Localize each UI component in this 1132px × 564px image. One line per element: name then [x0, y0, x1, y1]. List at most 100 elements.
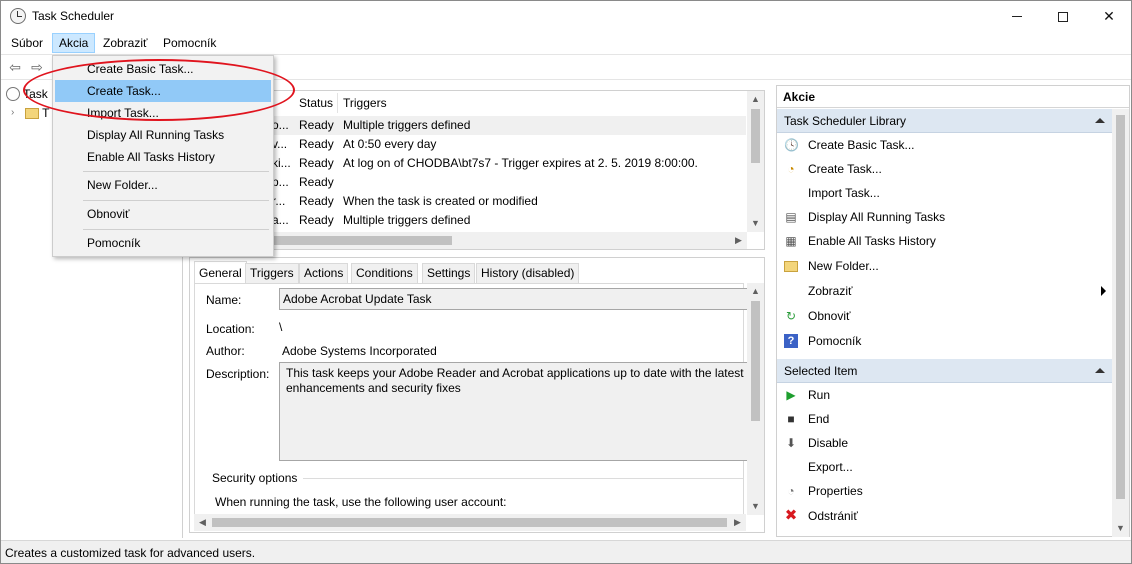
- task-status-cell: Ready: [299, 194, 334, 208]
- clock-wizard-icon: 🕓: [784, 138, 799, 152]
- menu-item-enable-tasks-history[interactable]: Enable All Tasks History: [55, 146, 271, 168]
- action-label: Run: [808, 388, 831, 402]
- window-title: Task Scheduler: [32, 9, 115, 23]
- description-field[interactable]: This task keeps your Adobe Reader and Ac…: [279, 362, 751, 461]
- task-name-cell: p...: [272, 175, 289, 189]
- scroll-left-icon[interactable]: ◀: [194, 514, 211, 531]
- action-obnovit[interactable]: ↻ Obnoviť: [777, 304, 1113, 328]
- action-export[interactable]: Export...: [777, 455, 1113, 479]
- delete-icon: ✖: [784, 507, 798, 524]
- section-selected-item[interactable]: Selected Item: [777, 359, 1113, 383]
- action-run[interactable]: ▶ Run: [777, 383, 1113, 407]
- clock-icon: [6, 87, 20, 101]
- action-label: Create Basic Task...: [808, 138, 915, 152]
- scrollbar-thumb[interactable]: [1116, 115, 1125, 499]
- column-status[interactable]: Status: [299, 93, 333, 113]
- detail-horizontal-scrollbar[interactable]: ◀ ▶: [194, 514, 746, 531]
- disable-icon: ⬇: [785, 436, 797, 450]
- action-label: Display All Running Tasks: [808, 210, 946, 224]
- menu-item-obnovit[interactable]: Obnoviť: [55, 203, 271, 225]
- close-button[interactable]: ✕: [1086, 1, 1131, 32]
- task-list-vertical-scrollbar[interactable]: ▲ ▼: [747, 91, 764, 232]
- task-status-cell: Ready: [299, 213, 334, 227]
- actions-header: Akcie: [777, 86, 1129, 108]
- action-delete[interactable]: ✖ Odstrániť: [777, 504, 1113, 528]
- task-list: Status Triggers o... Ready Multiple trig…: [189, 90, 765, 250]
- tab-conditions[interactable]: Conditions: [351, 263, 418, 283]
- section-title: Selected Item: [784, 364, 858, 378]
- back-arrow-icon[interactable]: ⇦: [6, 59, 24, 75]
- scroll-right-icon[interactable]: ▶: [729, 514, 746, 531]
- menu-zobrazit[interactable]: Zobraziť: [97, 33, 154, 53]
- action-pomocnik[interactable]: ? Pomocník: [777, 329, 1113, 353]
- tab-general[interactable]: General: [194, 261, 247, 284]
- menu-item-display-running-tasks[interactable]: Display All Running Tasks: [55, 124, 271, 146]
- action-create-task[interactable]: ◔ Create Task...: [777, 157, 1113, 181]
- action-end[interactable]: ■ End: [777, 407, 1113, 431]
- menu-separator: [83, 200, 269, 201]
- title-bar: Task Scheduler ✕: [1, 1, 1131, 32]
- collapse-up-icon[interactable]: [1095, 368, 1105, 373]
- menu-item-new-folder[interactable]: New Folder...: [55, 174, 271, 196]
- minimize-button[interactable]: [994, 1, 1040, 32]
- chevron-right-icon[interactable]: ›: [11, 108, 19, 118]
- menu-separator: [83, 171, 269, 172]
- menu-subor[interactable]: Súbor: [5, 33, 49, 53]
- action-label: Import Task...: [808, 186, 880, 200]
- tab-history[interactable]: History (disabled): [476, 263, 580, 283]
- task-detail-pane: General Triggers Actions Conditions Sett…: [189, 257, 765, 533]
- action-enable-tasks-history[interactable]: ▦ Enable All Tasks History: [777, 229, 1113, 253]
- menu-bar: Súbor Akcia Zobraziť Pomocník: [1, 32, 1131, 54]
- scroll-down-icon[interactable]: ▼: [747, 215, 764, 232]
- action-disable[interactable]: ⬇ Disable: [777, 431, 1113, 455]
- tab-actions[interactable]: Actions: [299, 263, 349, 283]
- status-text: Creates a customized task for advanced u…: [5, 546, 256, 560]
- run-icon: ▶: [786, 388, 796, 402]
- action-display-running-tasks[interactable]: ▤ Display All Running Tasks: [777, 205, 1113, 229]
- action-properties[interactable]: ◔ Properties: [777, 479, 1113, 503]
- action-zobrazit[interactable]: Zobraziť: [777, 279, 1113, 303]
- stop-icon: ■: [787, 412, 795, 426]
- task-name-cell: r...: [272, 194, 286, 208]
- actions-vertical-scrollbar[interactable]: ▼: [1112, 109, 1129, 537]
- tab-settings[interactable]: Settings: [422, 263, 476, 283]
- description-label: Description:: [206, 367, 270, 381]
- scroll-right-icon[interactable]: ▶: [730, 232, 747, 249]
- task-triggers-cell: Multiple triggers defined: [343, 118, 471, 132]
- action-label: Properties: [808, 484, 863, 498]
- column-divider[interactable]: [337, 93, 338, 113]
- list-icon: ▤: [785, 210, 797, 224]
- tab-triggers[interactable]: Triggers: [245, 263, 299, 283]
- folder-icon: [784, 259, 798, 273]
- task-name-cell: ki...: [272, 156, 291, 170]
- action-new-folder[interactable]: New Folder...: [777, 254, 1113, 278]
- scroll-up-icon[interactable]: ▲: [747, 91, 764, 108]
- column-triggers[interactable]: Triggers: [343, 93, 387, 113]
- location-label: Location:: [206, 322, 255, 336]
- action-import-task[interactable]: Import Task...: [777, 181, 1113, 205]
- task-name-cell: o...: [272, 118, 289, 132]
- scrollbar-thumb[interactable]: [274, 236, 452, 245]
- help-icon: ?: [784, 334, 798, 348]
- action-create-basic-task[interactable]: 🕓 Create Basic Task...: [777, 133, 1113, 157]
- section-task-scheduler-library[interactable]: Task Scheduler Library: [777, 109, 1113, 133]
- menu-item-pomocnik[interactable]: Pomocník: [55, 232, 271, 254]
- task-triggers-cell: When the task is created or modified: [343, 194, 538, 208]
- scrollbar-thumb[interactable]: [751, 301, 760, 421]
- close-icon: ✕: [1103, 8, 1115, 24]
- detail-vertical-scrollbar[interactable]: ▲ ▼: [747, 283, 764, 515]
- action-label: New Folder...: [808, 259, 879, 273]
- menu-akcia[interactable]: Akcia: [52, 33, 96, 53]
- actions-pane: Akcie Task Scheduler Library 🕓 Create Ba…: [776, 85, 1130, 537]
- group-divider: [303, 478, 743, 479]
- name-field[interactable]: Adobe Acrobat Update Task: [279, 288, 751, 310]
- scroll-down-icon[interactable]: ▼: [1112, 520, 1129, 537]
- maximize-button[interactable]: [1040, 1, 1086, 32]
- scroll-up-icon[interactable]: ▲: [747, 283, 764, 300]
- scrollbar-thumb[interactable]: [751, 109, 760, 163]
- scroll-down-icon[interactable]: ▼: [747, 498, 764, 515]
- menu-pomocnik[interactable]: Pomocník: [157, 33, 222, 53]
- collapse-up-icon[interactable]: [1095, 118, 1105, 123]
- scrollbar-thumb[interactable]: [212, 518, 727, 527]
- section-title: Task Scheduler Library: [784, 114, 907, 128]
